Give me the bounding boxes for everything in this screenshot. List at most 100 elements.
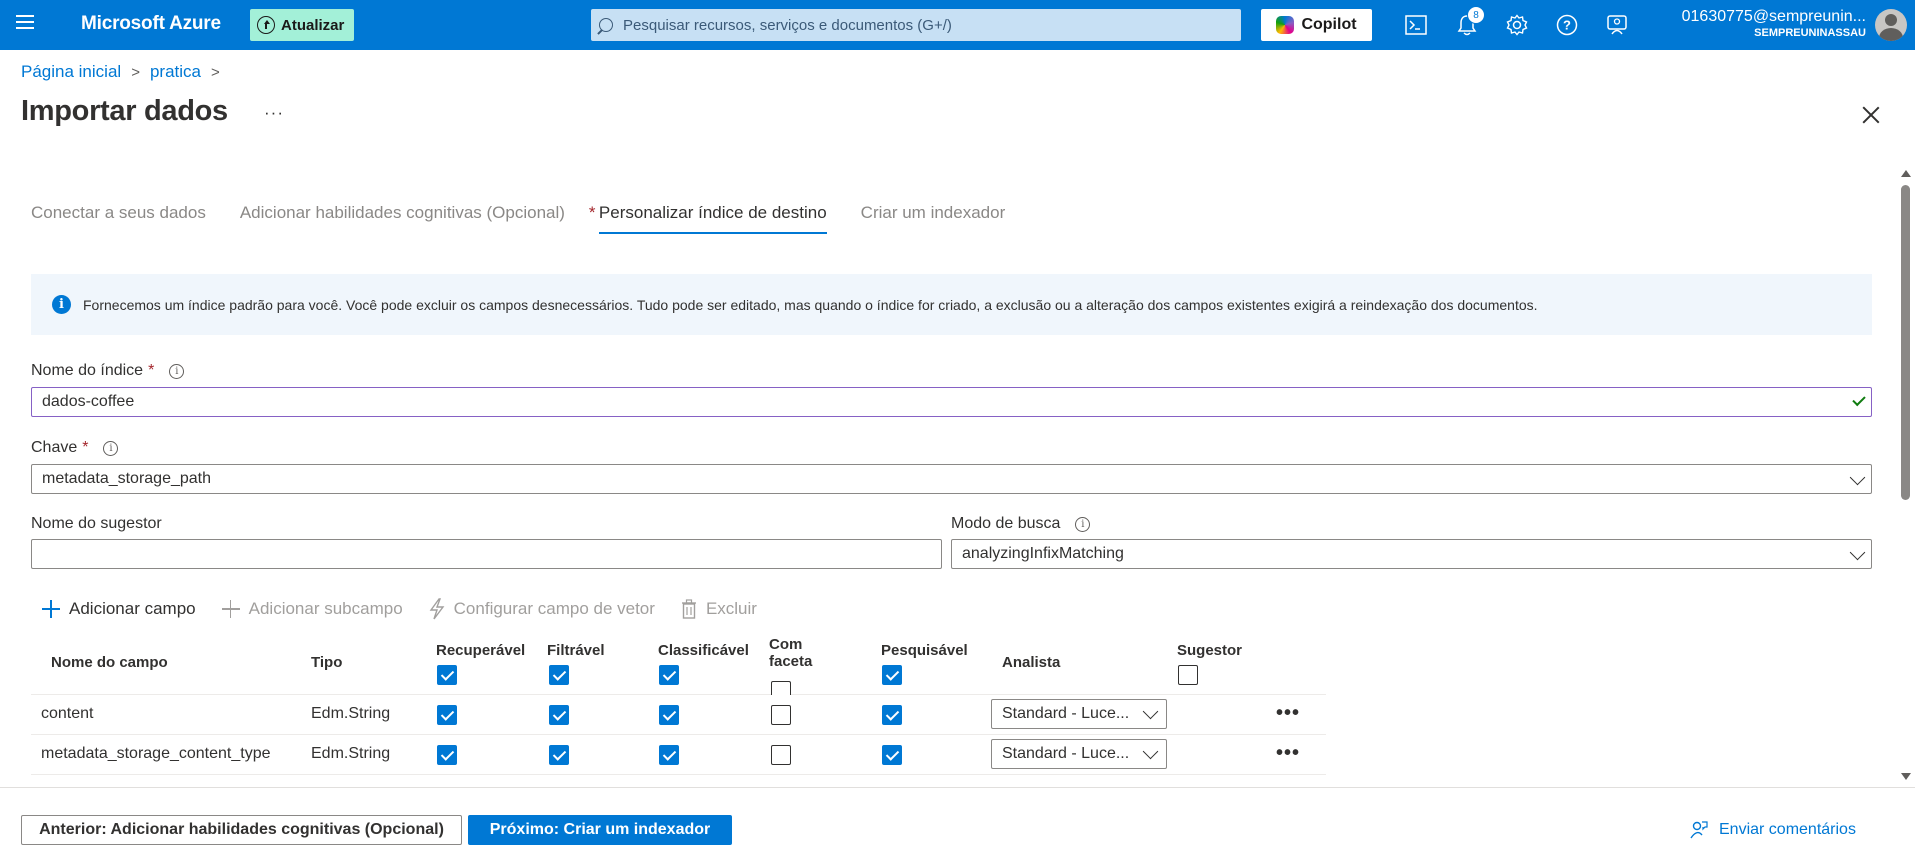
search-placeholder: Pesquisar recursos, serviços e documento…: [623, 16, 952, 34]
analyzer-dropdown[interactable]: Standard - Luce...: [991, 699, 1167, 729]
tab-connect-data[interactable]: Conectar a seus dados: [31, 203, 206, 234]
scrollbar-thumb[interactable]: [1901, 185, 1910, 500]
header-searchable: Pesquisável: [881, 642, 968, 659]
table-row[interactable]: metadata_storage_content_type Edm.String…: [31, 735, 1326, 775]
info-icon[interactable]: i: [169, 363, 185, 379]
copilot-button[interactable]: Copilot: [1261, 9, 1372, 41]
update-label: Atualizar: [281, 16, 345, 34]
analyzer-value: Standard - Luce...: [1002, 745, 1130, 762]
configure-vector-field-button[interactable]: Configurar campo de vetor: [429, 598, 655, 620]
account-info[interactable]: 01630775@sempreunin... SEMPREUNINASSAU: [1682, 8, 1866, 39]
search-mode-label: Modo de busca i: [951, 515, 1091, 533]
add-subfield-button[interactable]: Adicionar subcampo: [221, 598, 403, 620]
global-search-input[interactable]: Pesquisar recursos, serviços e documento…: [591, 9, 1241, 41]
info-message-bar: i Fornecemos um índice padrão para você.…: [31, 274, 1872, 335]
account-email: 01630775@sempreunin...: [1681, 8, 1866, 25]
field-type: Edm.String: [311, 705, 391, 722]
header-facetable: Com faceta: [769, 636, 813, 670]
facetable-checkbox[interactable]: [771, 705, 791, 725]
fields-table-header: Nome do campo Tipo Recuperável Filtrável…: [31, 636, 1326, 695]
tab-create-indexer[interactable]: Criar um indexador: [861, 203, 1006, 234]
retrievable-checkbox[interactable]: [437, 745, 457, 765]
field-name: metadata_storage_content_type: [41, 745, 271, 762]
cloud-shell-icon[interactable]: [1404, 13, 1428, 37]
brand-title[interactable]: Microsoft Azure: [81, 13, 221, 35]
filterable-checkbox[interactable]: [549, 745, 569, 765]
avatar[interactable]: [1875, 9, 1907, 41]
search-mode-label-text: Modo de busca: [951, 515, 1061, 532]
search-icon: [599, 18, 613, 32]
suggester-name-label-text: Nome do sugestor: [31, 515, 162, 532]
row-more-options-icon[interactable]: •••: [1276, 742, 1300, 765]
chevron-down-icon: [1849, 469, 1866, 486]
required-mark: *: [588, 203, 596, 222]
sortable-checkbox[interactable]: [659, 745, 679, 765]
search-mode-dropdown[interactable]: analyzingInfixMatching: [951, 539, 1872, 569]
close-icon[interactable]: [1860, 104, 1882, 126]
tab-customize-index[interactable]: * Personalizar índice de destino: [589, 203, 827, 234]
feedback-icon: [1690, 821, 1708, 839]
notifications-badge: 8: [1467, 6, 1485, 24]
wizard-footer: Anterior: Adicionar habilidades cognitiv…: [0, 787, 1915, 865]
trash-icon: [681, 599, 696, 619]
chevron-down-icon: [1142, 703, 1159, 720]
menu-icon[interactable]: [16, 15, 36, 35]
add-field-label: Adicionar campo: [69, 599, 196, 618]
breadcrumb-pratica-link[interactable]: pratica: [150, 62, 201, 82]
info-text: Fornecemos um índice padrão para você. V…: [83, 296, 1538, 313]
update-button[interactable]: Atualizar: [250, 9, 354, 41]
header-suggester-checkbox[interactable]: [1178, 665, 1198, 685]
previous-button[interactable]: Anterior: Adicionar habilidades cognitiv…: [21, 815, 462, 845]
chevron-right-icon: >: [131, 63, 140, 81]
suggester-name-label: Nome do sugestor: [31, 515, 162, 533]
chevron-down-icon: [1849, 544, 1866, 561]
row-more-options-icon[interactable]: •••: [1276, 702, 1300, 725]
header-searchable-checkbox[interactable]: [882, 665, 902, 685]
add-subfield-label: Adicionar subcampo: [248, 599, 403, 618]
key-label: Chave * i: [31, 439, 119, 457]
index-name-label: Nome do índice * i: [31, 362, 185, 380]
key-label-text: Chave: [31, 439, 78, 456]
copilot-icon: [1276, 16, 1295, 34]
header-suggester: Sugestor: [1177, 642, 1243, 659]
header-sortable-checkbox[interactable]: [659, 665, 679, 685]
more-options-icon[interactable]: ···: [264, 103, 284, 123]
next-button[interactable]: Próximo: Criar um indexador: [468, 815, 732, 845]
sortable-checkbox[interactable]: [659, 705, 679, 725]
facetable-checkbox[interactable]: [771, 745, 791, 765]
scroll-down-arrow-icon[interactable]: [1901, 773, 1911, 780]
header-facetable-checkbox[interactable]: [771, 681, 791, 695]
tab-cognitive-skills[interactable]: Adicionar habilidades cognitivas (Opcion…: [240, 203, 565, 234]
send-feedback-link[interactable]: Enviar comentários: [1689, 820, 1856, 840]
field-command-bar: Adicionar campo Adicionar subcampo Confi…: [42, 598, 757, 620]
header-filterable-checkbox[interactable]: [549, 665, 569, 685]
add-field-button[interactable]: Adicionar campo: [42, 598, 196, 620]
settings-gear-icon[interactable]: [1505, 13, 1529, 37]
info-icon[interactable]: i: [1075, 516, 1091, 532]
searchable-checkbox[interactable]: [882, 705, 902, 725]
header-analyzer: Analista: [1002, 654, 1061, 671]
suggester-name-input[interactable]: [31, 539, 942, 569]
index-name-input[interactable]: dados-coffee: [31, 387, 1872, 417]
help-icon[interactable]: ?: [1555, 13, 1579, 37]
searchable-checkbox[interactable]: [882, 745, 902, 765]
analyzer-dropdown[interactable]: Standard - Luce...: [991, 739, 1167, 769]
scroll-up-arrow-icon[interactable]: [1901, 170, 1911, 177]
header-retrievable-checkbox[interactable]: [437, 665, 457, 685]
feedback-person-icon[interactable]: [1605, 13, 1629, 37]
info-icon[interactable]: i: [103, 440, 119, 456]
info-icon: i: [52, 295, 71, 314]
filterable-checkbox[interactable]: [549, 705, 569, 725]
analyzer-value: Standard - Luce...: [1002, 705, 1130, 722]
retrievable-checkbox[interactable]: [437, 705, 457, 725]
header-field-name[interactable]: Nome do campo: [51, 654, 168, 671]
required-mark: *: [82, 439, 89, 456]
table-row[interactable]: content Edm.String Standard - Luce... ••…: [31, 695, 1326, 735]
delete-button[interactable]: Excluir: [681, 598, 757, 620]
key-dropdown[interactable]: metadata_storage_path: [31, 464, 1872, 494]
header-type[interactable]: Tipo: [311, 654, 342, 671]
breadcrumb-home-link[interactable]: Página inicial: [21, 62, 121, 82]
breadcrumb: Página inicial > pratica >: [21, 62, 220, 82]
index-name-value: dados-coffee: [42, 393, 135, 410]
index-name-label-text: Nome do índice: [31, 362, 144, 379]
